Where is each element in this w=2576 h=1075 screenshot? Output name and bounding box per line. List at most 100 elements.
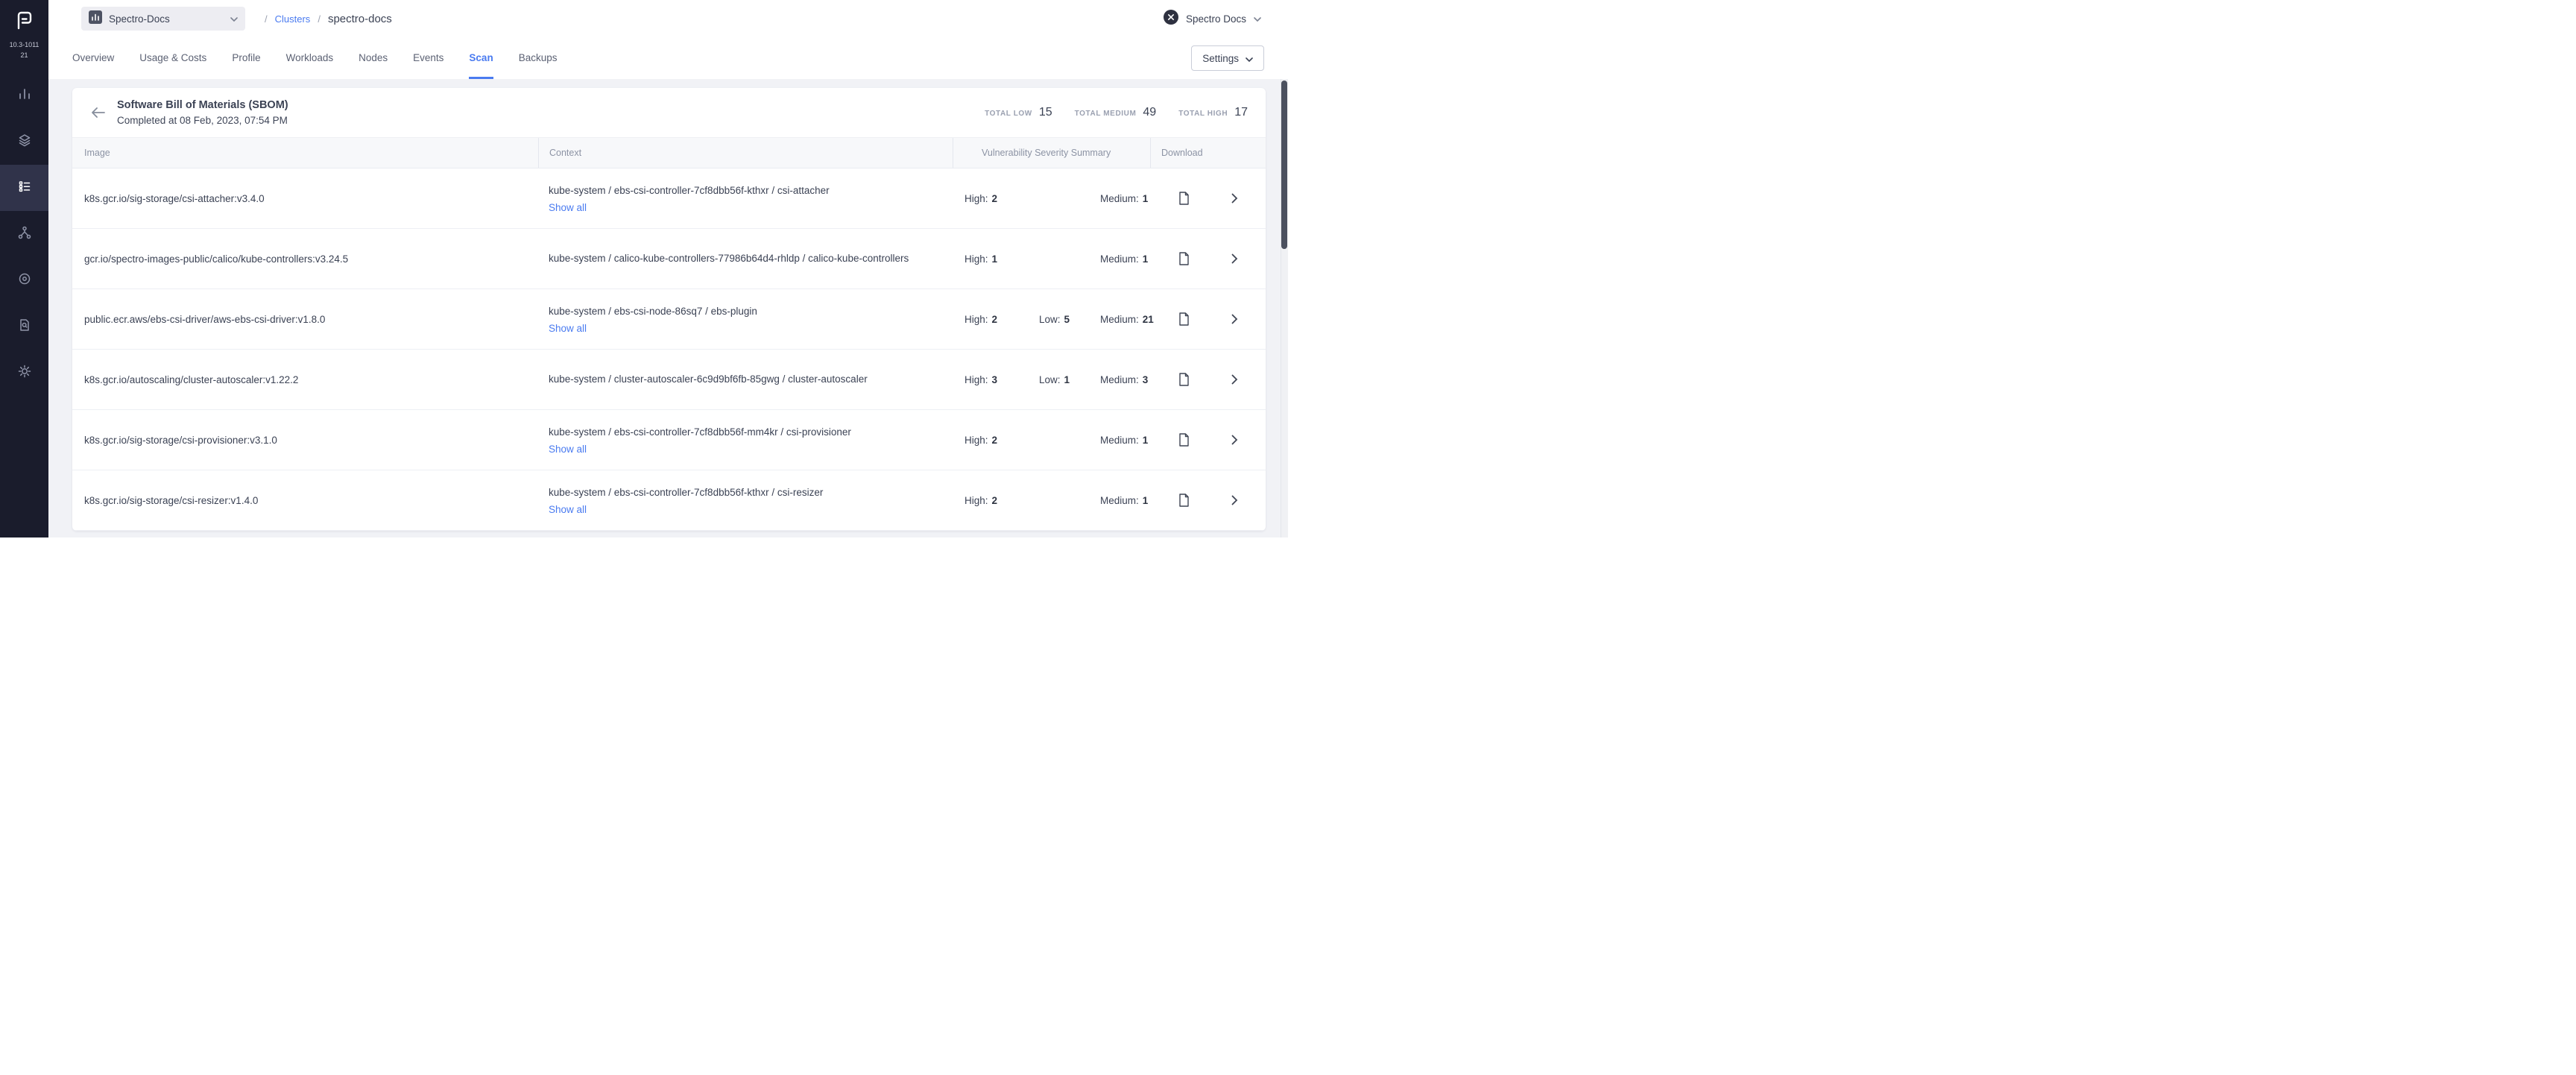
doc-search-icon bbox=[17, 318, 32, 336]
severity-medium: Medium:1 bbox=[1100, 253, 1150, 265]
download-file-icon[interactable] bbox=[1178, 252, 1190, 265]
download-file-icon[interactable] bbox=[1178, 192, 1190, 205]
bar-chart-icon bbox=[17, 86, 32, 105]
scrollbar-thumb[interactable] bbox=[1281, 81, 1287, 249]
project-selector[interactable]: Spectro-Docs bbox=[81, 7, 245, 31]
breadcrumb-link-clusters[interactable]: Clusters bbox=[275, 13, 311, 25]
tab-scan[interactable]: Scan bbox=[469, 37, 493, 79]
row-actions bbox=[1150, 192, 1263, 205]
tab-profile[interactable]: Profile bbox=[232, 37, 260, 79]
table-row[interactable]: public.ecr.aws/ebs-csi-driver/aws-ebs-cs… bbox=[72, 289, 1266, 350]
sidebar-item-clusters[interactable] bbox=[0, 165, 48, 211]
context-text: kube-system / calico-kube-controllers-77… bbox=[549, 251, 925, 267]
total-high: TOTAL HIGH 17 bbox=[1178, 106, 1248, 119]
image-name: k8s.gcr.io/sig-storage/csi-provisioner:v… bbox=[72, 435, 538, 446]
context-cell: kube-system / ebs-csi-controller-7cf8dbb… bbox=[538, 485, 953, 516]
download-file-icon[interactable] bbox=[1178, 373, 1190, 386]
account-menu[interactable]: Spectro Docs bbox=[1164, 10, 1261, 28]
severity-summary: High:3 Low:1 Medium:3 bbox=[953, 374, 1150, 385]
sidebar: 10.3-101121 bbox=[0, 0, 48, 538]
project-selector-label: Spectro-Docs bbox=[109, 13, 224, 25]
tab-backups[interactable]: Backups bbox=[519, 37, 558, 79]
download-file-icon[interactable] bbox=[1178, 312, 1190, 326]
total-low: TOTAL LOW 15 bbox=[985, 106, 1052, 119]
app-version: 10.3-101121 bbox=[9, 40, 40, 60]
sidebar-item-workspaces[interactable] bbox=[0, 211, 48, 257]
severity-summary: High:2 Low:5 Medium:21 bbox=[953, 314, 1150, 325]
severity-medium: Medium:3 bbox=[1100, 374, 1150, 385]
context-text: kube-system / ebs-csi-controller-7cf8dbb… bbox=[549, 485, 925, 501]
chevron-right-icon[interactable] bbox=[1231, 193, 1238, 204]
row-actions bbox=[1150, 252, 1263, 265]
chevron-down-icon bbox=[230, 12, 238, 25]
scrollbar-track[interactable] bbox=[1281, 79, 1288, 538]
chevron-right-icon[interactable] bbox=[1231, 314, 1238, 324]
image-name: k8s.gcr.io/autoscaling/cluster-autoscale… bbox=[72, 374, 538, 385]
severity-high: High:2 bbox=[965, 314, 1039, 325]
sbom-header: Software Bill of Materials (SBOM) Comple… bbox=[72, 88, 1266, 137]
chevron-right-icon[interactable] bbox=[1231, 253, 1238, 264]
download-file-icon[interactable] bbox=[1178, 433, 1190, 447]
show-all-link[interactable]: Show all bbox=[549, 444, 587, 455]
severity-medium: Medium:1 bbox=[1100, 495, 1150, 506]
severity-medium: Medium:1 bbox=[1100, 193, 1150, 204]
breadcrumb: / Clusters / spectro-docs bbox=[265, 13, 392, 25]
tab-usage-costs[interactable]: Usage & Costs bbox=[139, 37, 206, 79]
tab-events[interactable]: Events bbox=[413, 37, 443, 79]
severity-low bbox=[1039, 435, 1100, 446]
context-cell: kube-system / ebs-csi-controller-7cf8dbb… bbox=[538, 183, 953, 214]
sidebar-item-audit[interactable] bbox=[0, 303, 48, 350]
show-all-link[interactable]: Show all bbox=[549, 504, 587, 515]
breadcrumb-current: spectro-docs bbox=[328, 13, 392, 25]
severity-high: High:3 bbox=[965, 374, 1039, 385]
context-cell: kube-system / ebs-csi-node-86sq7 / ebs-p… bbox=[538, 304, 953, 335]
topbar: Spectro-Docs / Clusters / spectro-docs S… bbox=[48, 0, 1288, 37]
severity-low bbox=[1039, 253, 1100, 265]
context-text: kube-system / ebs-csi-controller-7cf8dbb… bbox=[549, 183, 925, 199]
context-cell: kube-system / calico-kube-controllers-77… bbox=[538, 251, 953, 267]
context-cell: kube-system / ebs-csi-controller-7cf8dbb… bbox=[538, 425, 953, 455]
severity-high: High:2 bbox=[965, 495, 1039, 506]
layers-icon bbox=[17, 133, 32, 151]
spectro-cloud-logo bbox=[13, 9, 36, 31]
context-cell: kube-system / cluster-autoscaler-6c9d9bf… bbox=[538, 372, 953, 388]
image-name: k8s.gcr.io/sig-storage/csi-resizer:v1.4.… bbox=[72, 495, 538, 506]
chevron-right-icon[interactable] bbox=[1231, 435, 1238, 445]
sidebar-item-registries[interactable] bbox=[0, 257, 48, 303]
account-badge-icon bbox=[1164, 10, 1178, 28]
context-text: kube-system / ebs-csi-controller-7cf8dbb… bbox=[549, 425, 925, 441]
context-text: kube-system / ebs-csi-node-86sq7 / ebs-p… bbox=[549, 304, 925, 320]
sidebar-item-profiles[interactable] bbox=[0, 119, 48, 165]
sidebar-item-settings[interactable] bbox=[0, 350, 48, 396]
table-row[interactable]: k8s.gcr.io/sig-storage/csi-resizer:v1.4.… bbox=[72, 470, 1266, 531]
target-icon bbox=[17, 271, 32, 290]
column-header-image: Image bbox=[72, 138, 538, 168]
chevron-down-icon bbox=[1254, 12, 1261, 25]
download-file-icon[interactable] bbox=[1178, 494, 1190, 507]
chevron-right-icon[interactable] bbox=[1231, 495, 1238, 505]
tab-overview[interactable]: Overview bbox=[72, 37, 114, 79]
back-arrow-icon[interactable] bbox=[92, 107, 105, 118]
show-all-link[interactable]: Show all bbox=[549, 202, 587, 213]
chevron-right-icon[interactable] bbox=[1231, 374, 1238, 385]
severity-high: High:2 bbox=[965, 193, 1039, 204]
settings-button[interactable]: Settings bbox=[1191, 45, 1264, 71]
severity-medium: Medium:21 bbox=[1100, 314, 1154, 325]
row-actions bbox=[1150, 373, 1263, 386]
table-row[interactable]: gcr.io/spectro-images-public/calico/kube… bbox=[72, 229, 1266, 289]
chevron-down-icon bbox=[1246, 53, 1253, 64]
show-all-link[interactable]: Show all bbox=[549, 323, 587, 334]
gear-icon bbox=[17, 364, 32, 382]
image-name: k8s.gcr.io/sig-storage/csi-attacher:v3.4… bbox=[72, 193, 538, 204]
sidebar-item-analytics[interactable] bbox=[0, 72, 48, 119]
table-row[interactable]: k8s.gcr.io/sig-storage/csi-provisioner:v… bbox=[72, 410, 1266, 470]
table-row[interactable]: k8s.gcr.io/autoscaling/cluster-autoscale… bbox=[72, 350, 1266, 410]
table-header: Image Context Vulnerability Severity Sum… bbox=[72, 137, 1266, 168]
severity-summary: High:1 Medium:1 bbox=[953, 253, 1150, 265]
tab-workloads[interactable]: Workloads bbox=[286, 37, 334, 79]
account-label: Spectro Docs bbox=[1186, 13, 1246, 25]
severity-low: Low:5 bbox=[1039, 314, 1100, 325]
tab-nodes[interactable]: Nodes bbox=[359, 37, 388, 79]
table-row[interactable]: k8s.gcr.io/sig-storage/csi-attacher:v3.4… bbox=[72, 168, 1266, 229]
column-header-severity: Vulnerability Severity Summary bbox=[953, 138, 1150, 168]
